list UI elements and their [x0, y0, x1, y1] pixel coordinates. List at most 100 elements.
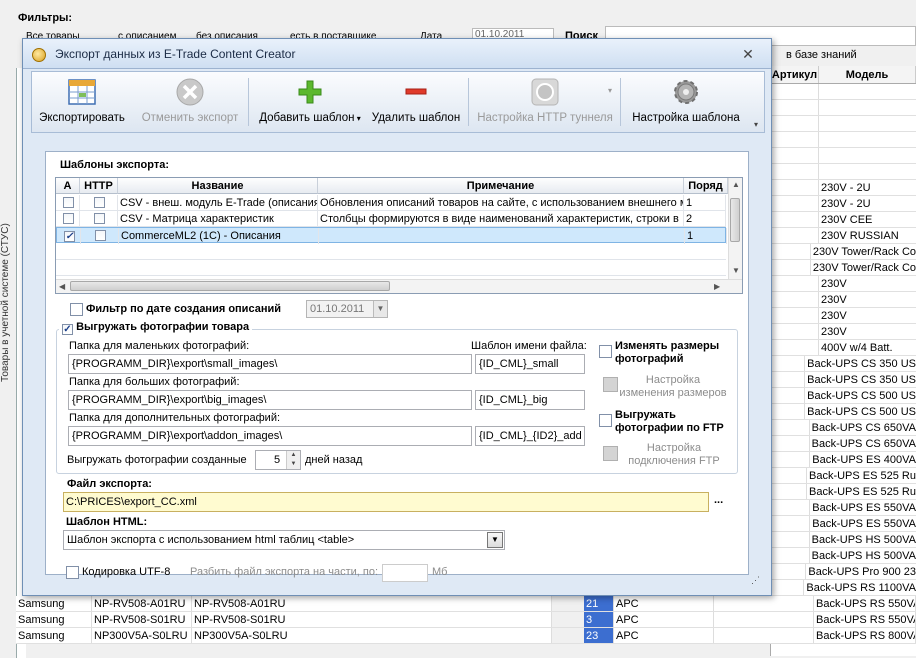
scroll-down-icon[interactable]: ▼ [732, 266, 740, 275]
col-http[interactable]: HTTP [80, 178, 118, 194]
table-row[interactable]: 230V Tower/Rack Co [771, 260, 916, 276]
http-checkbox[interactable] [94, 197, 105, 208]
table-row[interactable] [771, 148, 916, 164]
dialog-titlebar[interactable]: Экспорт данных из E-Trade Content Creato… [23, 39, 771, 69]
big-folder-input[interactable]: {PROGRAMM_DIR}\export\big_images\ [68, 390, 472, 410]
scroll-right-icon[interactable]: ▶ [714, 282, 720, 291]
table-row[interactable]: Back-UPS CS 350 US [771, 356, 916, 372]
date-filter-input[interactable]: 01.10.2011 ▼ [306, 300, 388, 318]
table-row[interactable]: Back-UPS HS 500VA [771, 548, 916, 564]
table-row[interactable]: Back-UPS CS 350 US [771, 372, 916, 388]
templates-label: Шаблоны экспорта: [60, 159, 170, 171]
html-template-select[interactable]: Шаблон экспорта с использованием html та… [63, 530, 505, 550]
table-row[interactable] [771, 100, 916, 116]
export-file-input[interactable]: C:\PRICES\export_CC.xml [63, 492, 709, 512]
photos-group: ✓ Выгружать фотографии товара Папка для … [56, 321, 738, 474]
col-article[interactable]: Артикул [771, 66, 819, 83]
table-row[interactable]: Samsung NP300V5A-S0LRU NP300V5A-S0LRU 23… [16, 628, 916, 644]
addon-template-input[interactable]: {ID_CML}_{ID2}_add [475, 426, 585, 446]
table-row[interactable]: Back-UPS CS 650VA [771, 436, 916, 452]
table-row[interactable]: Back-UPS ES 550VA [771, 516, 916, 532]
small-template-input[interactable]: {ID_CML}_small [475, 354, 585, 374]
table-row[interactable]: Samsung NP-RV508-A01RU NP-RV508-A01RU 21… [16, 596, 916, 612]
add-template-button[interactable]: Добавить шаблон ▾ [254, 72, 366, 132]
table-row[interactable]: Samsung NP-RV508-S01RU NP-RV508-S01RU 3 … [16, 612, 916, 628]
model-cell: 230V Tower/Rack Co [812, 262, 916, 274]
table-row[interactable]: 230V [771, 276, 916, 292]
table-row[interactable]: Back-UPS ES 525 Ru [771, 484, 916, 500]
resize-grip-icon[interactable]: ⋰ [751, 575, 761, 585]
table-row[interactable]: 230V RUSSIAN [771, 228, 916, 244]
table-row[interactable]: Back-UPS Pro 900 23 [771, 564, 916, 580]
table-row[interactable]: 230V CEE [771, 212, 916, 228]
table-row[interactable]: Back-UPS ES 550VA [771, 500, 916, 516]
scroll-up-icon[interactable]: ▲ [732, 180, 740, 189]
table-row[interactable]: 230V [771, 292, 916, 308]
utf8-checkbox[interactable] [66, 566, 79, 579]
stepper-arrows-icon[interactable]: ▲ ▼ [286, 451, 300, 469]
table-row[interactable]: Back-UPS ES 400VA [771, 452, 916, 468]
small-folder-input[interactable]: {PROGRAMM_DIR}\export\small_images\ [68, 354, 472, 374]
scroll-left-icon[interactable]: ◀ [59, 282, 65, 291]
utf8-label: Кодировка UTF-8 [82, 566, 171, 578]
col-order[interactable]: Поряд [684, 178, 728, 194]
template-settings-button[interactable]: Настройка шаблона [630, 72, 742, 132]
days-stepper[interactable]: 5 ▲ ▼ [255, 450, 301, 470]
http-checkbox[interactable] [95, 230, 106, 241]
table-row[interactable]: ✓ CommerceML2 (1C) - Описания 1 [56, 227, 727, 244]
active-checkbox[interactable] [63, 197, 74, 208]
table-row[interactable]: CSV - Матрица характеристик Столбцы форм… [56, 211, 726, 227]
table-row[interactable] [771, 164, 916, 180]
table-row[interactable]: Back-UPS CS 650VA [771, 420, 916, 436]
export-button[interactable]: Экспортировать [36, 72, 128, 132]
table-row[interactable]: 230V - 2U [771, 180, 916, 196]
table-row[interactable]: Back-UPS RS 1100VA [771, 580, 916, 596]
active-checkbox[interactable]: ✓ [64, 231, 75, 242]
table-row[interactable]: Back-UPS CS 500 US [771, 404, 916, 420]
vertical-scroll-thumb[interactable] [730, 198, 740, 242]
table-row[interactable]: 230V - 2U [771, 196, 916, 212]
resize-checkbox[interactable] [599, 345, 612, 358]
cancel-export-button[interactable]: Отменить экспорт [138, 72, 242, 132]
browse-button[interactable]: ... [714, 494, 723, 506]
table-row[interactable]: 400V w/4 Batt. [771, 340, 916, 356]
http-tunnel-button[interactable]: Настройка HTTP туннеля ▾ [472, 72, 618, 132]
table-row[interactable]: CSV - внеш. модуль E-Trade (описания) Об… [56, 195, 726, 211]
table-row[interactable]: Back-UPS ES 525 Ru [771, 468, 916, 484]
http-checkbox[interactable] [94, 213, 105, 224]
chevron-down-icon[interactable]: ▼ [373, 301, 387, 317]
addon-folder-input[interactable]: {PROGRAMM_DIR}\export\addon_images\ [68, 426, 472, 446]
table-row[interactable] [771, 116, 916, 132]
export-file-label: Файл экспорта: [67, 478, 152, 490]
col-name[interactable]: Название [118, 178, 318, 194]
ftp-settings-icon [603, 446, 618, 461]
ftp-settings-button[interactable]: Настройка подключения FTP [619, 442, 729, 468]
date-filter-checkbox[interactable] [70, 303, 83, 316]
col-model[interactable]: Модель [819, 66, 916, 83]
model-cell: 230V Tower/Rack Co [812, 246, 916, 258]
horizontal-scroll-thumb[interactable] [70, 281, 390, 291]
resize-settings-button[interactable]: Настройка изменения размеров [619, 374, 727, 400]
table-row[interactable]: 230V [771, 324, 916, 340]
export-photos-checkbox[interactable]: ✓ [62, 324, 73, 335]
model-cell [819, 116, 916, 131]
chevron-down-icon[interactable]: ▼ [487, 532, 503, 548]
close-button[interactable]: ✕ [739, 45, 757, 63]
big-template-input[interactable]: {ID_CML}_big [475, 390, 585, 410]
delete-template-button[interactable]: Удалить шаблон [370, 72, 462, 132]
ftp-checkbox[interactable] [599, 414, 612, 427]
toolbar-overflow-icon[interactable]: ▾ [754, 120, 764, 130]
vertical-tab-label[interactable]: Товары в учетной системе (СТУС) [0, 223, 14, 382]
table-row[interactable] [771, 84, 916, 100]
active-checkbox[interactable] [63, 213, 74, 224]
table-row[interactable]: Back-UPS HS 500VA [771, 532, 916, 548]
table-row[interactable] [771, 132, 916, 148]
table-row[interactable]: Back-UPS CS 500 US [771, 388, 916, 404]
table-row[interactable]: 230V Tower/Rack Co [771, 244, 916, 260]
col-active[interactable]: A [56, 178, 80, 194]
table-row[interactable]: 230V [771, 308, 916, 324]
model-cell: Back-UPS Pro 900 23 [808, 566, 916, 578]
col-note[interactable]: Примечание [318, 178, 684, 194]
date-filter-label: Фильтр по дате создания описаний [86, 303, 281, 315]
split-size-input[interactable] [382, 564, 428, 582]
